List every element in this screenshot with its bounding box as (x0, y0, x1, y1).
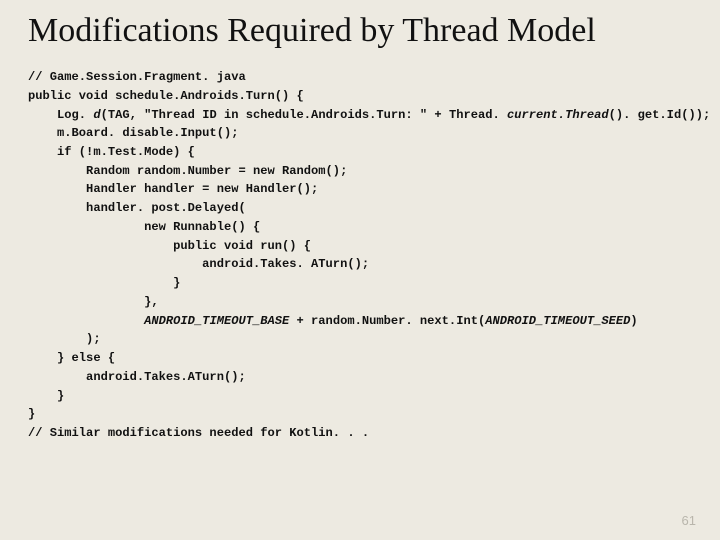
code-line: ); (28, 332, 101, 346)
code-line: m.Board. disable.Input(); (28, 126, 238, 140)
code-line: // Game.Session.Fragment. java (28, 70, 246, 84)
code-line: } (28, 407, 35, 421)
code-line: // Similar modifications needed for Kotl… (28, 426, 369, 440)
slide-title: Modifications Required by Thread Model (28, 12, 692, 50)
code-line: Handler handler = new Handler(); (28, 182, 318, 196)
code-block: // Game.Session.Fragment. java public vo… (28, 68, 692, 443)
slide: Modifications Required by Thread Model /… (0, 0, 720, 443)
code-line: Log. d(TAG, "Thread ID in schedule.Andro… (28, 108, 710, 122)
code-line: handler. post.Delayed( (28, 201, 246, 215)
code-line: new Runnable() { (28, 220, 260, 234)
code-line: if (!m.Test.Mode) { (28, 145, 195, 159)
code-line: public void schedule.Androids.Turn() { (28, 89, 304, 103)
code-line: Random random.Number = new Random(); (28, 164, 347, 178)
page-number: 61 (682, 513, 696, 528)
code-line: android.Takes.ATurn(); (28, 370, 246, 384)
code-line: } else { (28, 351, 115, 365)
code-line: ANDROID_TIMEOUT_BASE + random.Number. ne… (28, 314, 638, 328)
code-line: android.Takes. ATurn(); (28, 257, 369, 271)
code-line: }, (28, 295, 159, 309)
code-line: } (28, 276, 180, 290)
code-line: public void run() { (28, 239, 311, 253)
code-line: } (28, 389, 64, 403)
